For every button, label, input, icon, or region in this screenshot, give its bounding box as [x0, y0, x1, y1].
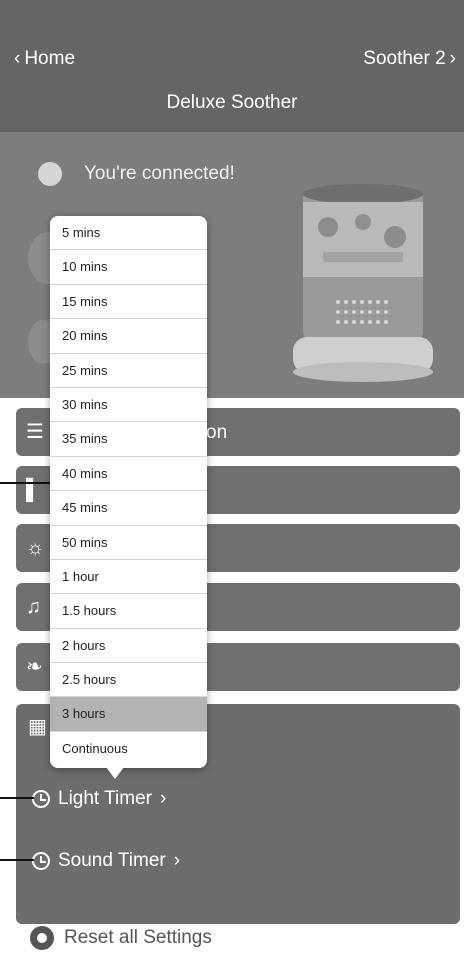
back-button[interactable]: ‹ Home	[14, 48, 75, 70]
dropdown-option[interactable]: 50 mins	[50, 526, 207, 560]
light-timer-button[interactable]: Light Timer ›	[32, 788, 166, 810]
dropdown-option[interactable]: 2 hours	[50, 629, 207, 664]
device-switch-button[interactable]: Soother 2 ›	[363, 48, 456, 70]
dropdown-option[interactable]: 5 mins	[50, 216, 207, 251]
dropdown-option[interactable]: 1 hour	[50, 560, 207, 595]
status-indicator-icon	[38, 162, 62, 186]
dropdown-option[interactable]: 25 mins	[50, 354, 207, 388]
light-timer-label: Light Timer	[58, 788, 152, 809]
dropdown-option[interactable]: 35 mins	[50, 422, 207, 457]
dropdown-pointer	[106, 767, 124, 779]
connection-status-text: You're connected!	[84, 163, 235, 184]
chevron-right-icon: ›	[159, 788, 167, 809]
dropdown-option[interactable]: 40 mins	[50, 457, 207, 492]
sound-timer-button[interactable]: Sound Timer ›	[32, 850, 180, 872]
calendar-icon: ▦	[28, 716, 47, 738]
page-title: Deluxe Soother	[166, 92, 298, 113]
clock-icon	[32, 790, 50, 808]
dropdown-option[interactable]: Continuous	[50, 732, 207, 766]
dropdown-option[interactable]: 20 mins	[50, 319, 207, 354]
leaf-icon: ❧	[26, 656, 43, 678]
dropdown-option[interactable]: 1.5 hours	[50, 594, 207, 629]
night-light-icon: ☰	[26, 421, 44, 443]
dropdown-option[interactable]: 45 mins	[50, 491, 207, 526]
back-button-label: Home	[24, 48, 76, 69]
row-night-light-label: on	[206, 422, 228, 443]
chevron-left-icon: ‹	[14, 48, 21, 69]
chevron-right-icon: ›	[173, 850, 181, 871]
dropdown-option[interactable]: 30 mins	[50, 388, 207, 423]
gear-icon	[30, 926, 54, 950]
annotation-line-light-timer	[0, 797, 34, 799]
annotation-line-sound-timer	[0, 859, 34, 861]
reset-settings-label: Reset all Settings	[64, 927, 212, 948]
brightness-icon: ☼	[26, 537, 45, 559]
annotation-line-dropdown	[0, 482, 50, 484]
soother-device-image	[293, 184, 433, 382]
connection-status: You're connected!	[38, 162, 235, 186]
dropdown-option[interactable]: 15 mins	[50, 285, 207, 320]
clock-icon	[32, 852, 50, 870]
dropdown-option[interactable]: 2.5 hours	[50, 663, 207, 698]
dropdown-option[interactable]: 3 hours	[50, 697, 207, 732]
timer-duration-dropdown: 5 mins 10 mins 15 mins 20 mins 25 mins 30 min…	[50, 216, 207, 768]
sound-timer-label: Sound Timer	[58, 850, 166, 871]
navigation-bar: ‹ Home Soother 2 › Deluxe Soother	[0, 0, 464, 132]
reset-settings-button[interactable]: Reset all Settings	[30, 926, 212, 950]
device-switch-label: Soother 2	[363, 48, 446, 69]
chevron-right-icon: ›	[449, 48, 456, 69]
dropdown-option[interactable]: 10 mins	[50, 250, 207, 285]
music-note-icon: ♫	[26, 596, 41, 618]
